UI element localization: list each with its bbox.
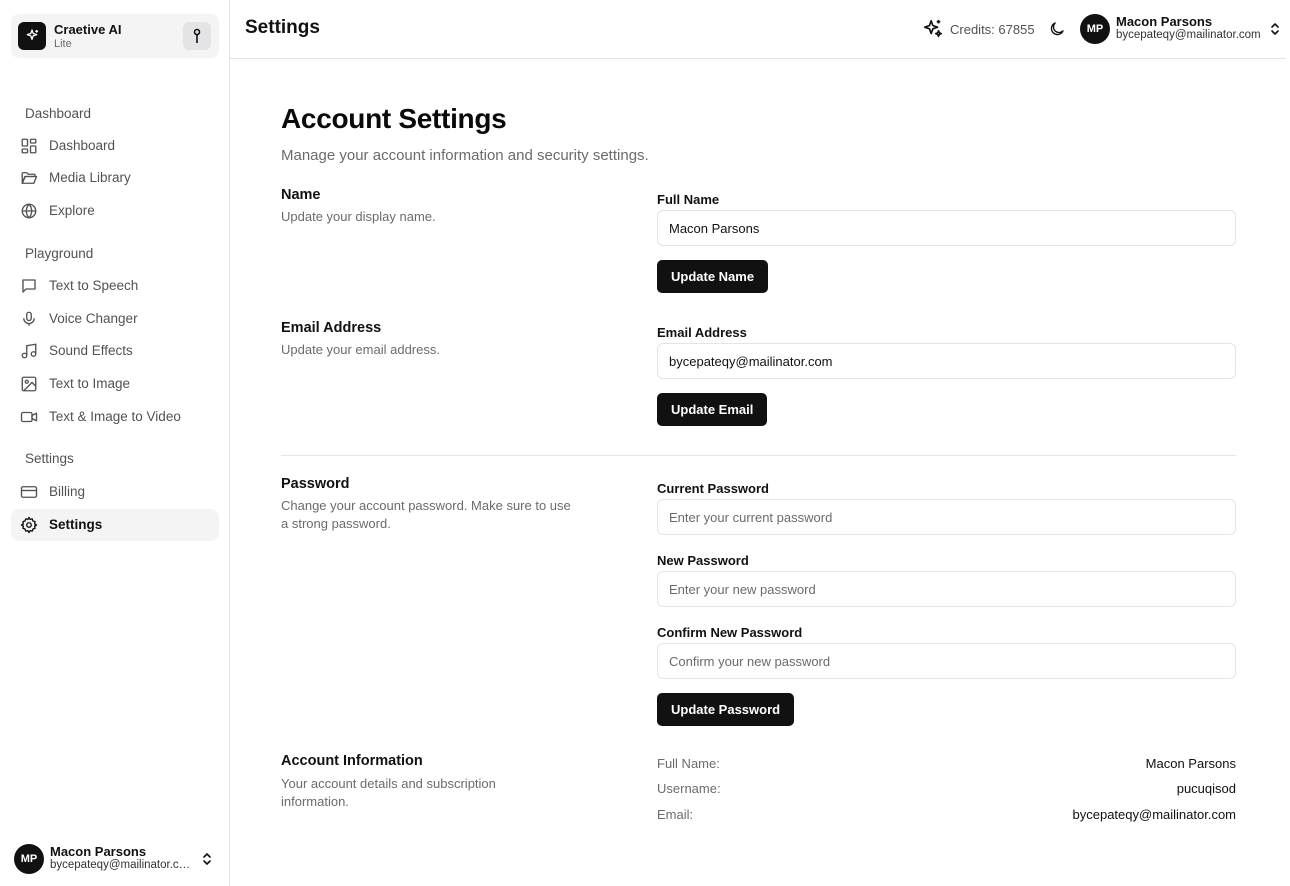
- name-section-description: Update your display name.: [281, 209, 436, 224]
- new-password-label: New Password: [657, 553, 749, 568]
- sparkle-logo-icon: [18, 22, 46, 50]
- current-password-label: Current Password: [657, 481, 769, 496]
- video-icon: [20, 411, 38, 423]
- email-section-description: Update your email address.: [281, 342, 440, 357]
- info-value-full-name: Macon Parsons: [1145, 756, 1236, 771]
- account-info-description: Your account details and subscription in…: [281, 776, 496, 809]
- sidebar-item-label: Text & Image to Video: [49, 409, 181, 424]
- confirm-password-input[interactable]: [657, 643, 1236, 679]
- gear-icon: [20, 516, 38, 534]
- group-label-dashboard: Dashboard: [25, 106, 92, 121]
- sidebar-item-sound-effects[interactable]: Sound Effects: [11, 335, 219, 367]
- sidebar-user-menu[interactable]: MP Macon Parsons bycepateqy@mailinator.c…: [0, 834, 229, 886]
- sidebar: Craetive AI Lite Dashboard Dashboard Med…: [0, 0, 230, 886]
- sidebar-item-text-to-image[interactable]: Text to Image: [11, 368, 219, 400]
- pin-sidebar-button[interactable]: [183, 22, 211, 50]
- password-section-title: Password: [281, 476, 350, 492]
- info-value-email: bycepateqy@mailinator.com: [1072, 807, 1237, 822]
- grid-icon: [21, 138, 37, 154]
- message-square-icon: [22, 279, 36, 293]
- update-name-button[interactable]: Update Name: [657, 260, 769, 293]
- music-note-icon: [21, 343, 37, 359]
- credits-badge: Credits: 67855: [922, 18, 1035, 40]
- info-key-username: Username:: [657, 781, 721, 796]
- user-name: Macon Parsons: [1116, 14, 1213, 29]
- image-icon: [21, 376, 37, 392]
- account-settings-title: Account Settings: [281, 103, 507, 134]
- group-label-playground: Playground: [25, 246, 94, 261]
- sidebar-item-label: Billing: [49, 484, 86, 499]
- sidebar-item-dashboard[interactable]: Dashboard: [11, 130, 219, 162]
- moon-icon[interactable]: [1048, 20, 1066, 38]
- section-divider: [281, 455, 1236, 456]
- sidebar-item-voice-changer[interactable]: Voice Changer: [11, 303, 219, 335]
- user-email: bycepateqy@mailinator.com: [1116, 29, 1261, 41]
- email-section-title: Email Address: [281, 320, 382, 336]
- info-value-username: pucuqisod: [1176, 781, 1236, 796]
- sidebar-item-label: Text to Speech: [49, 278, 139, 293]
- sidebar-item-label: Voice Changer: [49, 311, 138, 326]
- email-address-label: Email Address: [657, 325, 747, 340]
- sidebar-item-media-library[interactable]: Media Library: [11, 162, 219, 194]
- avatar: MP: [1080, 14, 1110, 44]
- password-section-description: Change your account password. Make sure …: [281, 498, 571, 531]
- sidebar-item-text-to-speech[interactable]: Text to Speech: [11, 270, 219, 302]
- page-title: Settings: [245, 17, 320, 38]
- sidebar-item-text-image-to-video[interactable]: Text & Image to Video: [11, 401, 219, 433]
- new-password-input[interactable]: [657, 571, 1236, 607]
- sidebar-item-label: Dashboard: [49, 138, 116, 153]
- current-password-input[interactable]: [657, 499, 1236, 535]
- credits-text: Credits: 67855: [950, 21, 1035, 37]
- credit-card-icon: [20, 486, 38, 498]
- account-info-title: Account Information: [281, 753, 423, 769]
- name-section-title: Name: [281, 187, 321, 203]
- sparkles-icon: [923, 19, 943, 38]
- sidebar-item-label: Settings: [49, 517, 103, 532]
- confirm-password-label: Confirm New Password: [657, 625, 803, 640]
- chevrons-up-down-icon: [203, 853, 211, 865]
- globe-icon: [21, 203, 37, 219]
- account-settings-subtitle: Manage your account information and secu…: [281, 147, 649, 164]
- top-header: Settings Credits: 67855 MP Macon Parsons…: [230, 0, 1286, 59]
- brand-plan: Lite: [54, 38, 72, 50]
- folder-icon: [21, 172, 38, 184]
- sidebar-item-explore[interactable]: Explore: [11, 195, 219, 227]
- group-label-settings: Settings: [25, 451, 74, 466]
- sidebar-item-settings[interactable]: Settings: [11, 509, 219, 541]
- sidebar-item-label: Sound Effects: [49, 343, 133, 358]
- pin-icon: [193, 28, 201, 43]
- sidebar-item-billing[interactable]: Billing: [11, 476, 219, 508]
- info-key-full-name: Full Name:: [657, 756, 720, 771]
- sidebar-item-label: Media Library: [49, 170, 131, 185]
- microphone-icon: [23, 311, 35, 326]
- user-name: Macon Parsons: [50, 844, 147, 859]
- workspace-switcher[interactable]: Craetive AI Lite: [11, 14, 219, 58]
- avatar: MP: [14, 844, 44, 874]
- user-email: bycepateqy@mailinator.com: [50, 859, 192, 871]
- update-email-button[interactable]: Update Email: [657, 393, 768, 426]
- full-name-input[interactable]: [657, 210, 1236, 246]
- update-password-button[interactable]: Update Password: [657, 693, 795, 726]
- email-address-input[interactable]: [657, 343, 1236, 379]
- info-key-email: Email:: [657, 807, 694, 822]
- full-name-label: Full Name: [657, 192, 720, 207]
- chevrons-up-down-icon: [1271, 23, 1279, 35]
- brand-name: Craetive AI: [54, 22, 122, 37]
- sidebar-item-label: Explore: [49, 203, 95, 218]
- sidebar-item-label: Text to Image: [49, 376, 131, 391]
